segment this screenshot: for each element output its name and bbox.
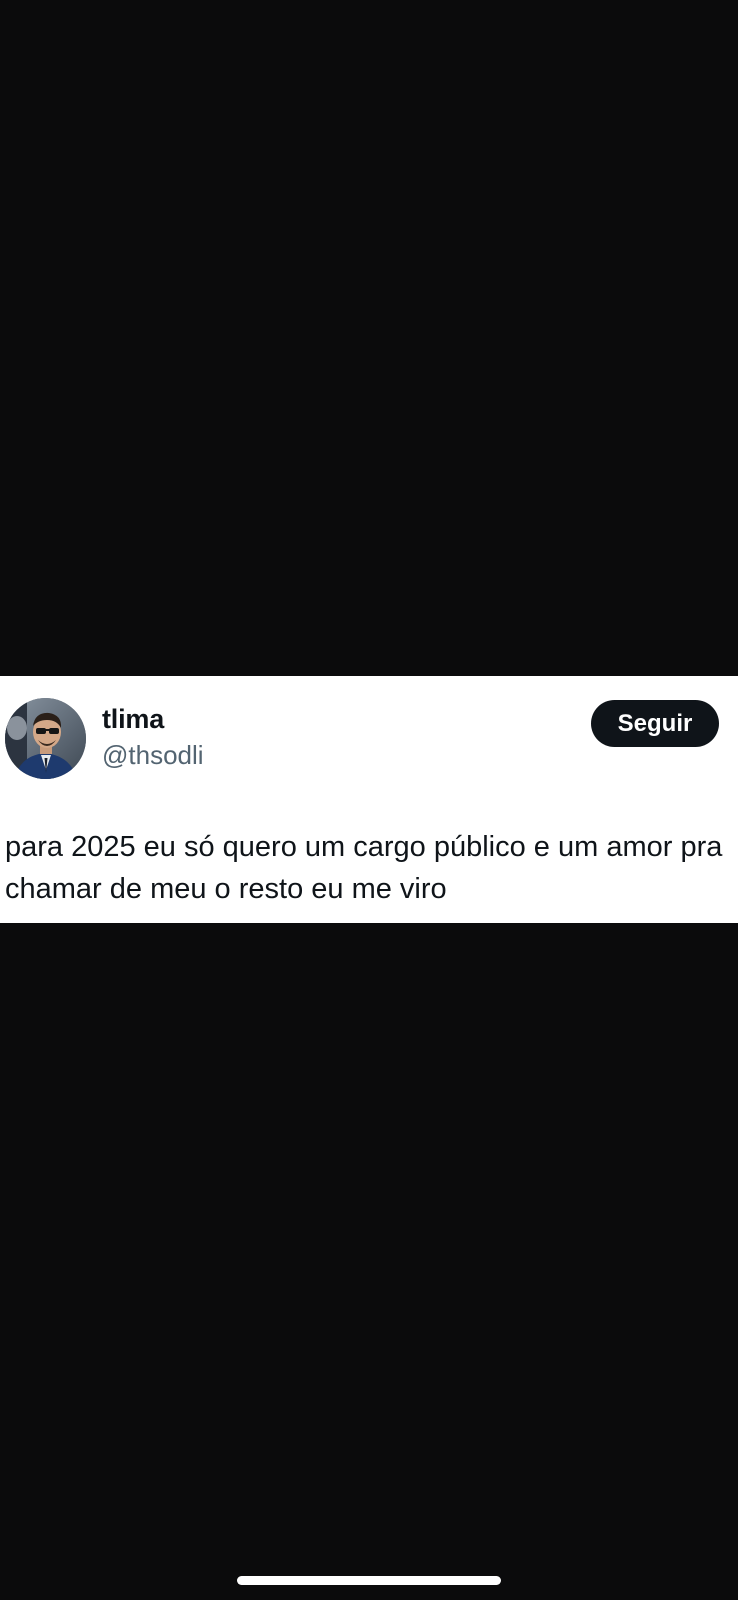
screen: tlima @thsodli Seguir para 2025 eu só qu…: [0, 0, 738, 1600]
tweet-text: para 2025 eu só quero um cargo público e…: [5, 831, 723, 905]
user-handle[interactable]: @thsodli: [102, 740, 204, 771]
avatar-photo-icon: [5, 698, 86, 779]
tweet-card: tlima @thsodli Seguir para 2025 eu só qu…: [0, 676, 738, 923]
follow-button[interactable]: Seguir: [591, 700, 719, 747]
home-indicator[interactable]: [237, 1576, 501, 1585]
avatar[interactable]: [5, 698, 86, 779]
display-name[interactable]: tlima: [102, 704, 164, 735]
